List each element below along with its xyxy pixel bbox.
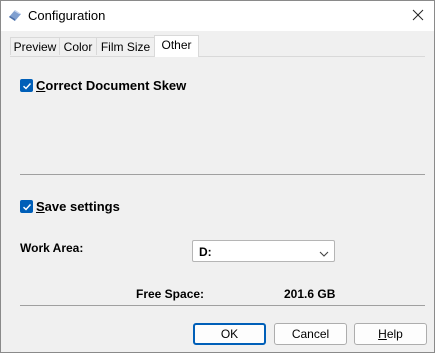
help-button[interactable]: Help (354, 323, 427, 345)
cancel-button[interactable]: Cancel (274, 323, 347, 345)
title-bar: Configuration (1, 1, 434, 31)
app-icon (7, 7, 23, 23)
checkmark-icon (22, 203, 31, 210)
chevron-down-icon (319, 247, 329, 261)
divider (20, 174, 425, 175)
close-button[interactable] (404, 4, 432, 26)
other-tab-panel (10, 56, 425, 314)
tab-color[interactable]: Color (59, 37, 97, 55)
tab-film-size[interactable]: Film Size (96, 37, 155, 55)
window-title: Configuration (28, 8, 106, 23)
correct-skew-label[interactable]: Correct Document Skew (36, 78, 186, 93)
ok-button[interactable]: OK (193, 323, 266, 345)
divider (20, 305, 425, 306)
save-settings-label[interactable]: Save settings (36, 199, 120, 214)
work-area-dropdown[interactable]: D: (192, 240, 335, 262)
configuration-dialog: Configuration Preview Color Film Size Ot… (0, 0, 435, 353)
tab-preview[interactable]: Preview (10, 37, 60, 55)
tab-other[interactable]: Other (154, 35, 199, 57)
close-icon (412, 9, 424, 21)
save-settings-checkbox[interactable] (20, 200, 33, 213)
correct-skew-checkbox[interactable] (20, 79, 33, 92)
free-space-label: Free Space: (136, 287, 205, 301)
free-space-value: 201.6 GB (284, 287, 336, 301)
work-area-value: D: (199, 245, 212, 259)
work-area-label: Work Area: (20, 241, 84, 255)
checkmark-icon (22, 82, 31, 89)
